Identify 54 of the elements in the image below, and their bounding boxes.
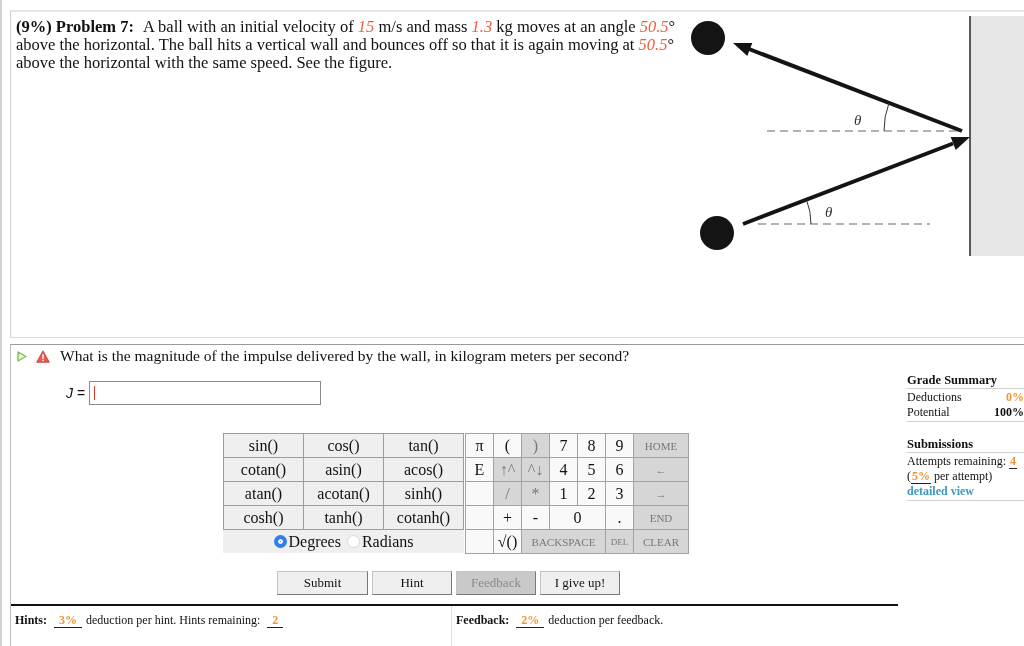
angle-mode-option[interactable]: Radians: [346, 532, 414, 551]
action-button[interactable]: I give up!: [540, 571, 620, 595]
cursor-icon: [94, 386, 96, 400]
summary-label: Deductions: [907, 390, 962, 405]
submissions-title: Submissions: [907, 437, 1024, 453]
function-key[interactable]: cotanh(): [384, 506, 463, 529]
keypad-key[interactable]: 9: [606, 434, 633, 457]
action-button[interactable]: Hint: [372, 571, 452, 595]
function-key[interactable]: tan(): [384, 434, 463, 457]
function-key[interactable]: acotan(): [304, 482, 383, 505]
keypad-key[interactable]: 8: [578, 434, 605, 457]
action-button[interactable]: Submit: [277, 571, 368, 595]
angle-label: θ: [854, 112, 862, 128]
function-key[interactable]: cotan(): [224, 458, 303, 481]
radio-icon[interactable]: [273, 535, 287, 548]
keypad-key[interactable]: √(): [494, 530, 521, 553]
summary-value: 0%: [1006, 390, 1024, 405]
keypad-key[interactable]: 7: [550, 434, 577, 457]
grade-summary-title: Grade Summary: [907, 373, 1024, 389]
per-attempt-text: (5% per attempt): [907, 469, 994, 484]
feedback-info: Feedback: 2% deduction per feedback.: [456, 613, 664, 627]
keypad-key[interactable]: 4: [550, 458, 577, 481]
function-key[interactable]: sinh(): [384, 482, 463, 505]
keypad-key[interactable]: +: [494, 506, 521, 529]
hints-info: Hints: 3% deduction per hint. Hints remaining: 2: [15, 613, 288, 627]
keypad-key[interactable]: 1: [550, 482, 577, 505]
function-key[interactable]: asin(): [304, 458, 383, 481]
problem-statement: (9%) Problem 7: A ball with an initial velocity of 15 m/s and mass 1.3 kg moves at an angle 50.5° above the horizontal. The ball hits a vertical wall and bounces off so that it is again moving at 50.5° above the horizontal with the same speed. See the figure.: [15, 16, 677, 72]
summary-label: Potential: [907, 405, 950, 420]
answer-field[interactable]: [89, 381, 322, 405]
function-key[interactable]: sin(): [224, 434, 303, 457]
function-key[interactable]: tanh(): [304, 506, 383, 529]
keypad-key[interactable]: E: [466, 458, 493, 481]
function-key[interactable]: acos(): [384, 458, 463, 481]
keypad-key[interactable]: π: [466, 434, 493, 457]
keypad-key[interactable]: 0: [550, 506, 605, 529]
function-key[interactable]: cosh(): [224, 506, 303, 529]
keypad-key[interactable]: 5: [578, 458, 605, 481]
function-key[interactable]: cos(): [304, 434, 383, 457]
keypad-key[interactable]: 6: [606, 458, 633, 481]
keypad-key[interactable]: 2: [578, 482, 605, 505]
keypad-key[interactable]: -: [522, 506, 549, 529]
summary-value: 100%: [994, 405, 1024, 420]
angle-mode-option[interactable]: Degrees: [273, 532, 341, 551]
answer-label: J =: [66, 385, 86, 401]
keypad-key[interactable]: 3: [606, 482, 633, 505]
angle-label: θ: [825, 204, 833, 220]
attempts-text: Attempts remaining: 4: [907, 454, 1018, 469]
function-key[interactable]: atan(): [224, 482, 303, 505]
warning-icon: [36, 349, 50, 363]
play-icon[interactable]: [17, 350, 27, 362]
keypad-key[interactable]: (: [494, 434, 521, 457]
keypad-key[interactable]: .: [606, 506, 633, 529]
question-text: What is the magnitude of the impulse delivered by the wall, in kilogram meters per second?: [60, 347, 630, 365]
